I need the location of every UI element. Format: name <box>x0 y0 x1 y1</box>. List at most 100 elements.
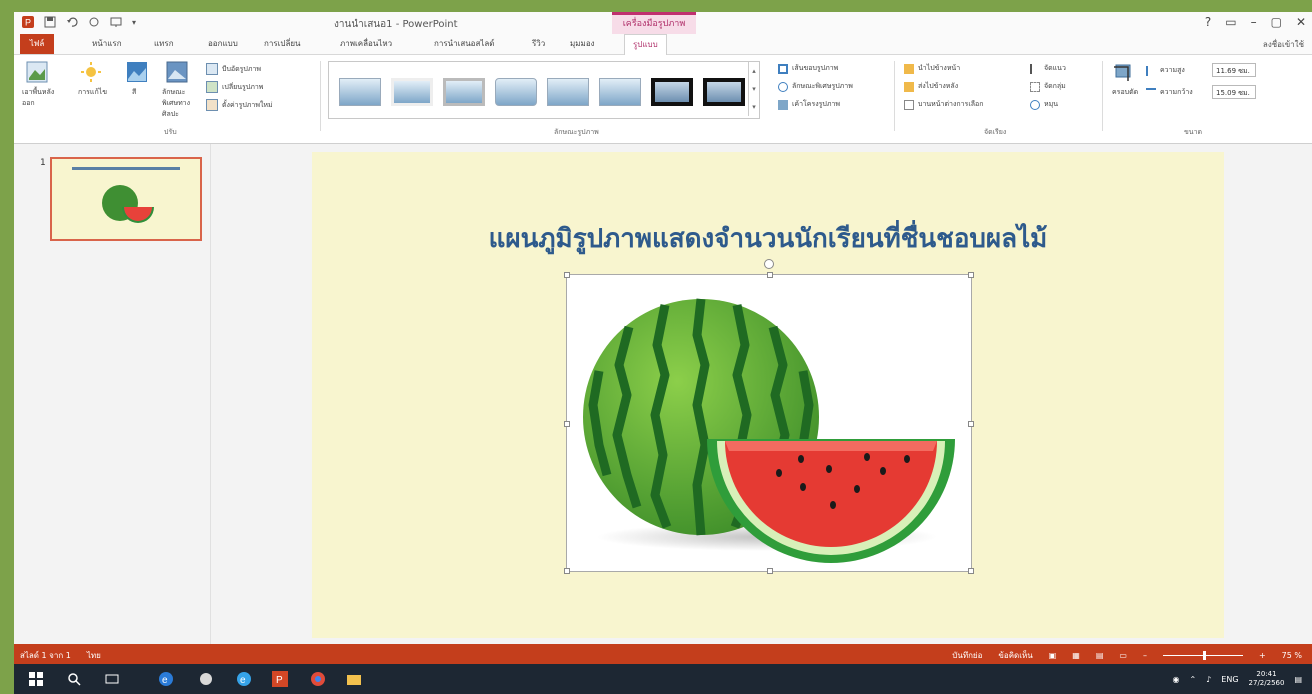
compress-pictures-button[interactable]: บีบอัดรูปภาพ <box>206 63 261 75</box>
save-icon[interactable] <box>44 16 56 28</box>
picture-style-7[interactable] <box>651 78 693 106</box>
comments-button[interactable]: ข้อคิดเห็น <box>998 649 1032 662</box>
tab-home[interactable]: หน้าแรก <box>92 34 122 54</box>
maximize-icon[interactable]: ▢ <box>1271 15 1282 29</box>
close-icon[interactable]: ✕ <box>1296 15 1306 29</box>
height-input[interactable]: 11.69 ซม. <box>1212 63 1256 77</box>
rotate-handle[interactable] <box>764 259 774 269</box>
corrections-sun-icon <box>81 62 101 82</box>
send-backward-button[interactable]: ส่งไปข้างหลัง <box>904 81 958 92</box>
tab-review[interactable]: รีวิว <box>532 34 545 54</box>
picture-border-button[interactable]: เส้นขอบรูปภาพ <box>778 63 838 74</box>
status-bar: สไลด์ 1 จาก 1 ไทย บันทึกย่อ ข้อคิดเห็น ▣… <box>14 644 1312 664</box>
picture-effects-button[interactable]: ลักษณะพิเศษรูปภาพ <box>778 81 853 92</box>
windows-start-icon[interactable] <box>28 671 44 687</box>
tab-slideshow[interactable]: การนำเสนอสไลด์ <box>434 34 495 54</box>
crop-button[interactable]: ครอบตัด <box>1112 61 1138 96</box>
start-from-beginning-icon[interactable] <box>110 16 122 28</box>
picture-style-5[interactable] <box>547 78 589 106</box>
edge-browser-icon[interactable]: e <box>158 671 174 687</box>
chrome-icon[interactable] <box>310 671 326 687</box>
clock[interactable]: 20:41 27/2/2560 <box>1249 670 1285 688</box>
resize-handle-w[interactable] <box>564 421 570 427</box>
redo-icon[interactable] <box>88 16 100 28</box>
artistic-effects-button[interactable]: ลักษณะพิเศษทางศิลปะ <box>162 61 190 118</box>
tab-design[interactable]: ออกแบบ <box>208 34 238 54</box>
sign-in-link[interactable]: ลงชื่อเข้าใช้ <box>1263 38 1304 51</box>
slide-sorter-icon[interactable]: ▦ <box>1072 651 1080 660</box>
resize-handle-n[interactable] <box>767 272 773 278</box>
picture-style-6[interactable] <box>599 78 641 106</box>
zoom-in-icon[interactable]: + <box>1259 651 1266 660</box>
tab-file[interactable]: ไฟล์ <box>20 34 54 54</box>
slide-title[interactable]: แผนภูมิรูปภาพแสดงจำนวนนักเรียนที่ชื่นชอบ… <box>312 218 1224 259</box>
picture-layout-icon <box>778 99 788 110</box>
tab-insert[interactable]: แทรก <box>154 34 174 54</box>
powerpoint-logo-icon: P <box>22 16 34 28</box>
group-icon <box>1030 81 1040 92</box>
qat-dropdown-icon[interactable]: ▾ <box>132 18 136 27</box>
tab-view[interactable]: มุมมอง <box>570 34 595 54</box>
help-icon[interactable]: ? <box>1205 15 1211 29</box>
minimize-icon[interactable]: – <box>1251 15 1257 29</box>
internet-explorer-icon[interactable]: e <box>236 671 252 687</box>
resize-handle-e[interactable] <box>968 421 974 427</box>
rotate-button[interactable]: หมุน <box>1030 99 1058 110</box>
paint-icon[interactable] <box>198 671 214 687</box>
zoom-slider-knob[interactable] <box>1202 651 1206 660</box>
corrections-button[interactable]: การแก้ไข <box>78 61 107 96</box>
notes-button[interactable]: บันทึกย่อ <box>952 649 982 662</box>
change-picture-button[interactable]: เปลี่ยนรูปภาพ <box>206 81 263 93</box>
picture-style-8[interactable] <box>703 78 745 106</box>
resize-handle-sw[interactable] <box>564 568 570 574</box>
tray-overflow-icon[interactable]: ⌃ <box>1189 675 1196 684</box>
search-icon[interactable] <box>66 671 82 687</box>
tab-format[interactable]: รูปแบบ <box>624 34 667 55</box>
picture-style-1[interactable] <box>339 78 381 106</box>
reset-picture-button[interactable]: ตั้งค่ารูปภาพใหม่ <box>206 99 273 111</box>
watermelon-picture[interactable] <box>564 259 974 574</box>
ribbon-display-icon[interactable]: ▭ <box>1225 15 1236 29</box>
crop-label: ครอบตัด <box>1112 88 1139 96</box>
gallery-scroll[interactable]: ▴ ▾ ▾ <box>748 62 759 116</box>
selection-pane-button[interactable]: บานหน้าต่างการเลือก <box>904 99 983 110</box>
resize-handle-s[interactable] <box>767 568 773 574</box>
volume-icon[interactable]: ♪ <box>1206 675 1211 684</box>
picture-effects-icon <box>778 81 788 92</box>
picture-style-2[interactable] <box>391 78 433 106</box>
ribbon-separator <box>1102 61 1103 131</box>
color-button[interactable]: สี <box>126 61 148 96</box>
slideshow-view-icon[interactable]: ▭ <box>1119 651 1127 660</box>
reading-view-icon[interactable]: ▤ <box>1096 651 1104 660</box>
slide-number: 1 <box>40 158 46 168</box>
zoom-level[interactable]: 75 % <box>1282 651 1302 660</box>
svg-text:e: e <box>240 675 246 686</box>
language-status[interactable]: ไทย <box>87 649 101 662</box>
file-explorer-icon[interactable] <box>346 671 362 687</box>
resize-handle-se[interactable] <box>968 568 974 574</box>
normal-view-icon[interactable]: ▣ <box>1049 651 1057 660</box>
remove-background-button[interactable]: เอาพื้นหลังออก <box>22 61 54 107</box>
input-language[interactable]: ENG <box>1221 675 1238 684</box>
task-view-icon[interactable] <box>104 671 120 687</box>
group-button[interactable]: จัดกลุ่ม <box>1030 81 1066 92</box>
width-input[interactable]: 15.09 ซม. <box>1212 85 1256 99</box>
zoom-out-icon[interactable]: – <box>1143 651 1147 660</box>
picture-style-4[interactable] <box>495 78 537 106</box>
undo-icon[interactable] <box>66 16 78 28</box>
zoom-slider[interactable] <box>1162 651 1243 660</box>
powerpoint-taskbar-icon[interactable]: P <box>272 671 288 687</box>
network-icon[interactable]: ◉ <box>1172 675 1179 684</box>
change-picture-label: เปลี่ยนรูปภาพ <box>222 82 264 91</box>
notifications-icon[interactable]: ▤ <box>1294 675 1302 684</box>
current-slide[interactable]: แผนภูมิรูปภาพแสดงจำนวนนักเรียนที่ชื่นชอบ… <box>312 152 1224 638</box>
resize-handle-nw[interactable] <box>564 272 570 278</box>
align-button[interactable]: จัดแนว <box>1030 63 1066 74</box>
bring-forward-button[interactable]: นำไปข้างหน้า <box>904 63 960 74</box>
resize-handle-ne[interactable] <box>968 272 974 278</box>
picture-style-3[interactable] <box>443 78 485 106</box>
slide-thumbnail-1[interactable] <box>50 157 202 241</box>
picture-layout-button[interactable]: เค้าโครงรูปภาพ <box>778 99 840 110</box>
tab-transitions[interactable]: การเปลี่ยน <box>264 34 301 54</box>
tab-animations[interactable]: ภาพเคลื่อนไหว <box>340 34 392 54</box>
